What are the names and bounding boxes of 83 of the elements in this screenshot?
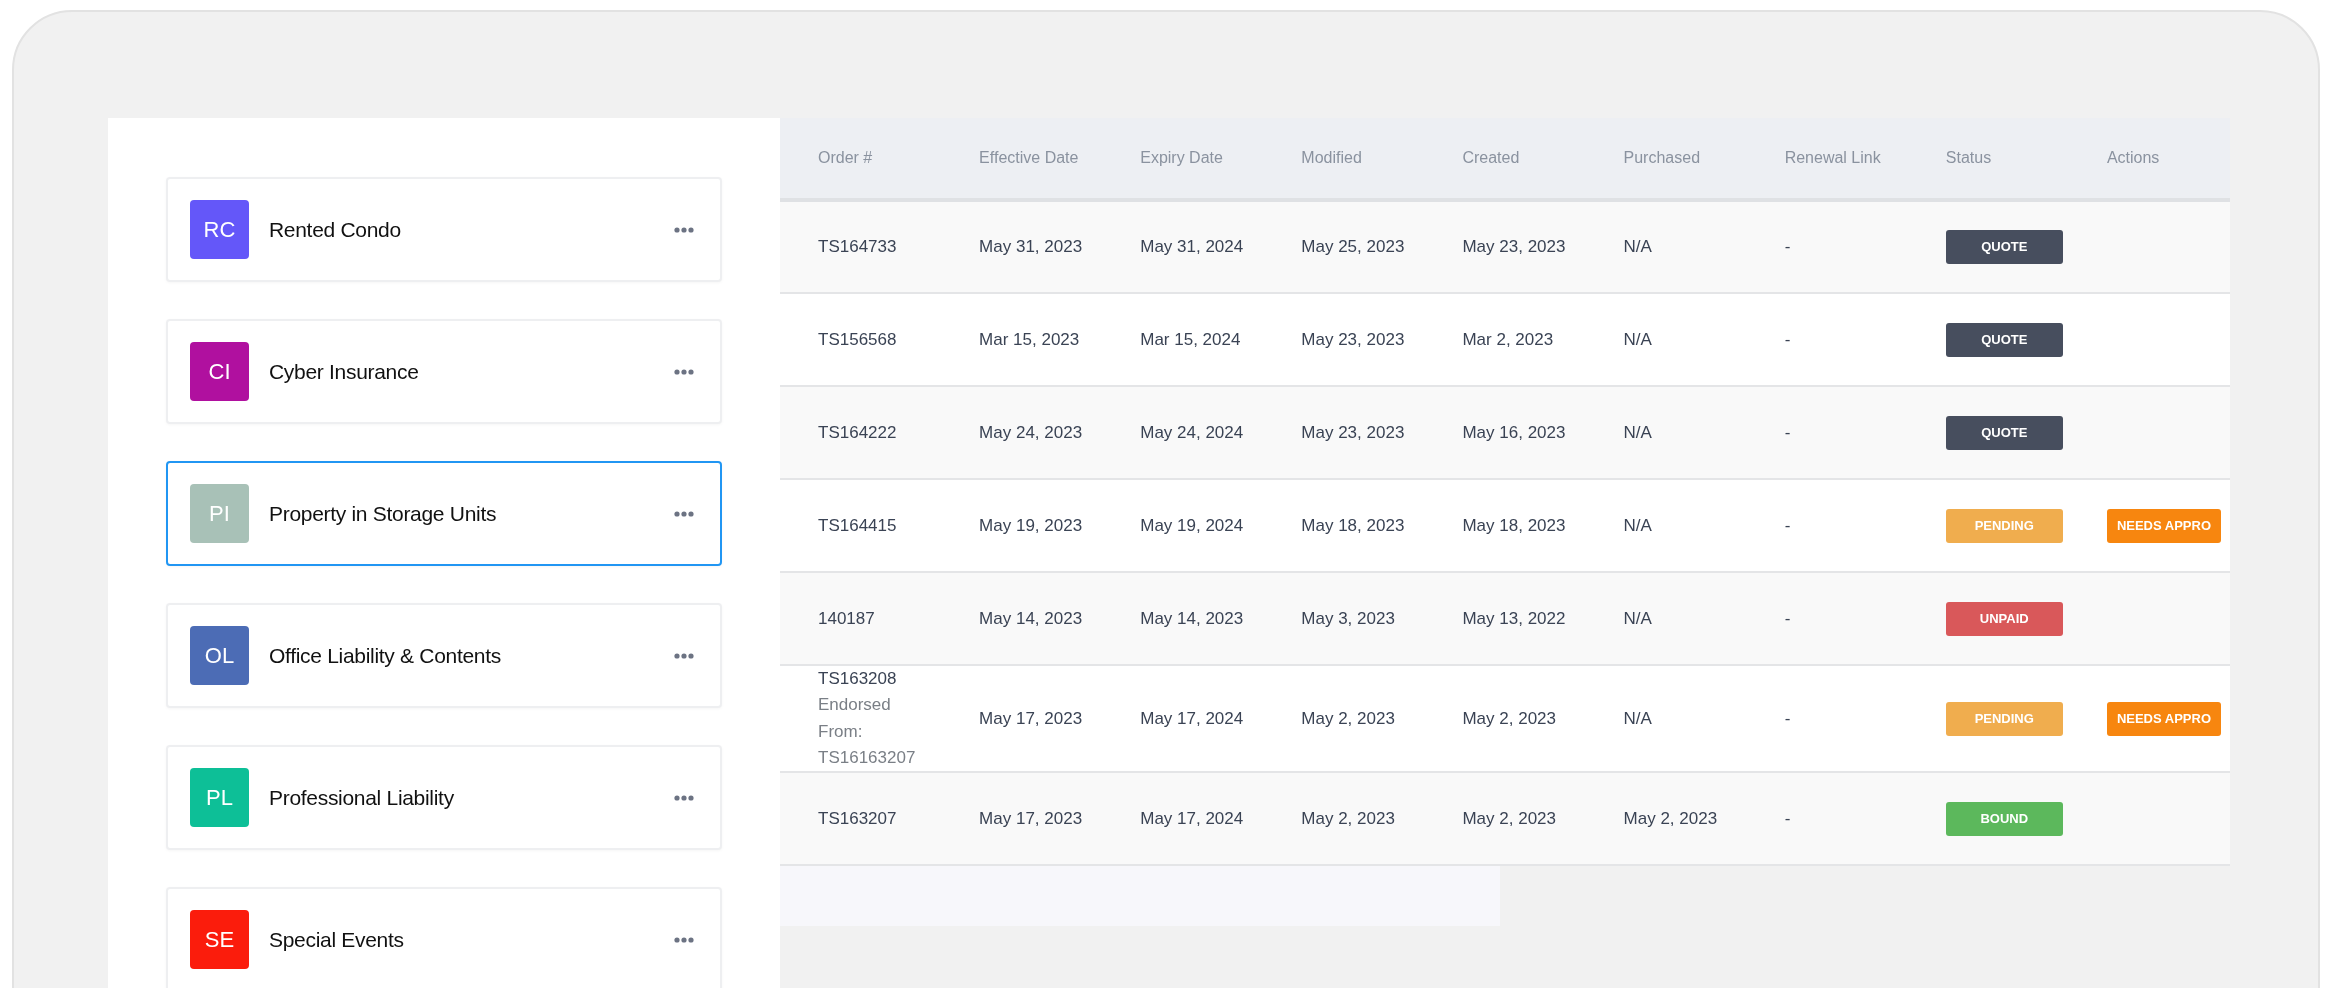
- product-avatar: PI: [190, 484, 249, 543]
- purchased-date: N/A: [1585, 665, 1747, 773]
- expiry-date: May 17, 2024: [1102, 665, 1264, 773]
- more-icon: [674, 226, 694, 233]
- column-header: Order #: [780, 118, 942, 200]
- created-date: May 18, 2023: [1424, 479, 1586, 572]
- expiry-date: May 31, 2024: [1102, 200, 1264, 293]
- column-header: Expiry Date: [1102, 118, 1264, 200]
- purchased-date: N/A: [1585, 293, 1747, 386]
- product-avatar: SE: [190, 910, 249, 969]
- order-number: TS164733: [780, 200, 942, 293]
- effective-date: Mar 15, 2023: [941, 293, 1103, 386]
- effective-date: May 17, 2023: [941, 665, 1103, 773]
- product-card[interactable]: CI Cyber Insurance: [166, 319, 722, 424]
- order-number: TS163208: [818, 668, 898, 690]
- modified-date: May 2, 2023: [1263, 772, 1425, 866]
- column-header: Modified: [1263, 118, 1425, 200]
- column-header: Created: [1424, 118, 1586, 200]
- more-icon: [674, 794, 694, 801]
- status-badge: UNPAID: [1945, 601, 2063, 636]
- more-icon: [674, 652, 694, 659]
- modified-date: May 18, 2023: [1263, 479, 1425, 572]
- product-name: Cyber Insurance: [269, 358, 419, 385]
- status-badge: QUOTE: [1945, 230, 2063, 264]
- product-name: Office Liability & Contents: [269, 642, 501, 669]
- effective-date: May 24, 2023: [941, 386, 1103, 479]
- expiry-date: Mar 15, 2024: [1102, 293, 1264, 386]
- order-number: TS156568: [780, 293, 942, 386]
- modified-date: May 2, 2023: [1263, 665, 1425, 773]
- product-name: Property in Storage Units: [269, 500, 497, 527]
- column-header: Actions: [2068, 118, 2230, 200]
- expiry-date: May 17, 2024: [1102, 772, 1264, 866]
- order-number: TS164415: [780, 479, 942, 572]
- product-name: Professional Liability: [269, 784, 454, 811]
- modified-date: May 25, 2023: [1263, 200, 1425, 293]
- product-avatar: CI: [190, 342, 249, 401]
- expiry-date: May 14, 2023: [1102, 572, 1264, 665]
- created-date: Mar 2, 2023: [1424, 293, 1586, 386]
- expiry-date: May 24, 2024: [1102, 386, 1264, 479]
- product-card[interactable]: PL Professional Liability: [166, 745, 722, 850]
- created-date: May 23, 2023: [1424, 200, 1586, 293]
- created-date: May 13, 2022: [1424, 572, 1586, 665]
- product-avatar: RC: [190, 200, 249, 259]
- purchased-date: N/A: [1585, 479, 1747, 572]
- order-number: TS163207: [780, 772, 942, 866]
- product-card[interactable]: PI Property in Storage Units: [166, 461, 722, 566]
- purchased-date: N/A: [1585, 572, 1747, 665]
- status-badge: PENDING: [1945, 508, 2063, 543]
- modified-date: May 3, 2023: [1263, 572, 1425, 665]
- product-card[interactable]: SE Special Events: [166, 887, 722, 988]
- effective-date: May 14, 2023: [941, 572, 1103, 665]
- modified-date: May 23, 2023: [1263, 386, 1425, 479]
- more-icon: [674, 510, 694, 517]
- effective-date: May 17, 2023: [941, 772, 1103, 866]
- product-card[interactable]: OL Office Liability & Contents: [166, 603, 722, 708]
- purchased-date: N/A: [1585, 386, 1747, 479]
- purchased-date: N/A: [1585, 200, 1747, 293]
- column-header: Effective Date: [941, 118, 1103, 200]
- product-avatar: PL: [190, 768, 249, 827]
- order-number: 140187: [780, 572, 942, 665]
- more-icon: [674, 368, 694, 375]
- created-date: May 2, 2023: [1424, 772, 1586, 866]
- product-avatar: OL: [190, 626, 249, 685]
- created-date: May 16, 2023: [1424, 386, 1586, 479]
- status-badge: PENDING: [1945, 701, 2063, 736]
- effective-date: May 19, 2023: [941, 479, 1103, 572]
- column-header: Renewal Link: [1746, 118, 1908, 200]
- endorsed-note: Endorsed From: TS16163207: [818, 694, 917, 770]
- status-badge: BOUND: [1945, 801, 2063, 836]
- created-date: May 2, 2023: [1424, 665, 1586, 773]
- status-badge: QUOTE: [1945, 415, 2063, 450]
- order-number: TS164222: [780, 386, 942, 479]
- expiry-date: May 19, 2024: [1102, 479, 1264, 572]
- modified-date: May 23, 2023: [1263, 293, 1425, 386]
- purchased-date: May 2, 2023: [1585, 772, 1747, 866]
- effective-date: May 31, 2023: [941, 200, 1103, 293]
- product-name: Special Events: [269, 926, 404, 953]
- column-header: Purchased: [1585, 118, 1747, 200]
- product-name: Rented Condo: [269, 216, 401, 243]
- status-badge: QUOTE: [1945, 322, 2063, 357]
- column-header: Status: [1907, 118, 2069, 200]
- product-card[interactable]: RC Rented Condo: [166, 177, 722, 282]
- more-icon: [674, 936, 694, 943]
